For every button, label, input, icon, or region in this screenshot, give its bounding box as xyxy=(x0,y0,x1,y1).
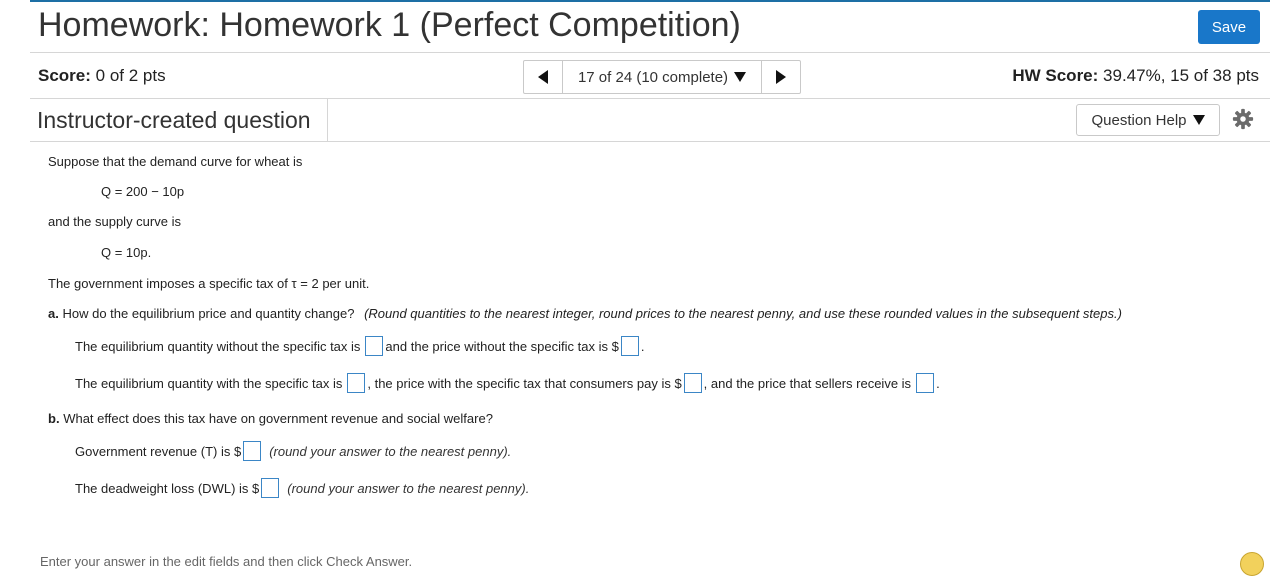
score-label: Score: xyxy=(38,66,91,85)
question-help-button[interactable]: Question Help xyxy=(1076,104,1220,136)
seller-price-input[interactable] xyxy=(916,373,935,393)
quantity-with-tax-input[interactable] xyxy=(347,373,366,393)
quantity-without-tax-input[interactable] xyxy=(365,336,384,356)
supply-intro: and the supply curve is xyxy=(48,214,181,229)
a1-text-pre: The equilibrium quantity without the spe… xyxy=(75,338,361,354)
help-icon[interactable] xyxy=(1240,552,1264,576)
part-a-prompt: a. How do the equilibrium price and quan… xyxy=(48,306,1122,321)
question-help-label: Question Help xyxy=(1091,111,1187,129)
deadweight-loss-input[interactable] xyxy=(261,478,280,498)
a2-text-end: . xyxy=(936,375,940,391)
answer-line-b1: Government revenue (T) is $ (round your … xyxy=(75,441,511,461)
supply-equation: Q = 10p. xyxy=(101,245,152,260)
triangle-down-icon xyxy=(734,72,747,82)
a2-text-pre: The equilibrium quantity with the specif… xyxy=(75,375,343,391)
demand-equation: Q = 200 − 10p xyxy=(101,184,185,199)
question-intro: Suppose that the demand curve for wheat … xyxy=(48,154,303,169)
page-title: Homework: Homework 1 (Perfect Competitio… xyxy=(38,6,741,44)
score: Score: 0 of 2 pts xyxy=(38,66,166,86)
part-b-text: What effect does this tax have on govern… xyxy=(63,411,493,426)
question-type-label: Instructor-created question xyxy=(30,99,328,141)
gear-icon[interactable] xyxy=(1232,108,1254,130)
hw-score-label: HW Score: xyxy=(1012,66,1099,85)
a1-text-mid: and the price without the specific tax i… xyxy=(385,338,619,354)
previous-question-button[interactable] xyxy=(524,61,562,93)
triangle-down-icon xyxy=(1192,115,1205,125)
b1-text-pre: Government revenue (T) is $ xyxy=(75,443,242,459)
b2-hint: (round your answer to the nearest penny)… xyxy=(287,480,530,496)
a1-text-end: . xyxy=(640,338,645,354)
hw-score-value: 39.47%, 15 of 38 pts xyxy=(1103,66,1259,85)
answer-line-a1: The equilibrium quantity without the spe… xyxy=(75,336,644,356)
top-accent-line xyxy=(30,0,1270,2)
a2-text-mid2: , and the price that sellers receive is xyxy=(703,375,912,391)
tax-statement: The government imposes a specific tax of… xyxy=(48,276,369,291)
consumer-price-input[interactable] xyxy=(683,373,702,393)
answer-line-a2: The equilibrium quantity with the specif… xyxy=(75,373,940,393)
tax-text-pre: The government imposes a specific tax of xyxy=(48,276,288,291)
score-value: 0 of 2 pts xyxy=(95,66,166,85)
triangle-right-icon xyxy=(776,70,786,84)
triangle-left-icon xyxy=(538,70,548,84)
b2-text-pre: The deadweight loss (DWL) is $ xyxy=(75,480,260,496)
a2-text-mid1: , the price with the specific tax that c… xyxy=(367,375,682,391)
part-a-label: a. xyxy=(48,306,59,321)
tax-text-post: = 2 per unit. xyxy=(300,276,370,291)
answer-line-b2: The deadweight loss (DWL) is $ (round yo… xyxy=(75,478,529,498)
part-b-label: b. xyxy=(48,411,60,426)
save-button[interactable]: Save xyxy=(1198,10,1260,44)
question-navigator: 17 of 24 (10 complete) xyxy=(523,60,801,94)
next-question-button[interactable] xyxy=(762,61,800,93)
divider xyxy=(30,52,1270,53)
government-revenue-input[interactable] xyxy=(243,441,262,461)
part-a-hint: (Round quantities to the nearest integer… xyxy=(364,306,1122,321)
question-selector[interactable]: 17 of 24 (10 complete) xyxy=(562,61,762,93)
part-a-text: How do the equilibrium price and quantit… xyxy=(62,306,355,321)
part-b-prompt: b. What effect does this tax have on gov… xyxy=(48,411,493,426)
hw-score: HW Score: 39.47%, 15 of 38 pts xyxy=(1012,66,1259,86)
divider xyxy=(30,141,1270,142)
price-without-tax-input[interactable] xyxy=(620,336,639,356)
tax-symbol: τ xyxy=(291,276,297,291)
b1-hint: (round your answer to the nearest penny)… xyxy=(269,443,512,459)
question-position: 17 of 24 (10 complete) xyxy=(577,68,729,86)
